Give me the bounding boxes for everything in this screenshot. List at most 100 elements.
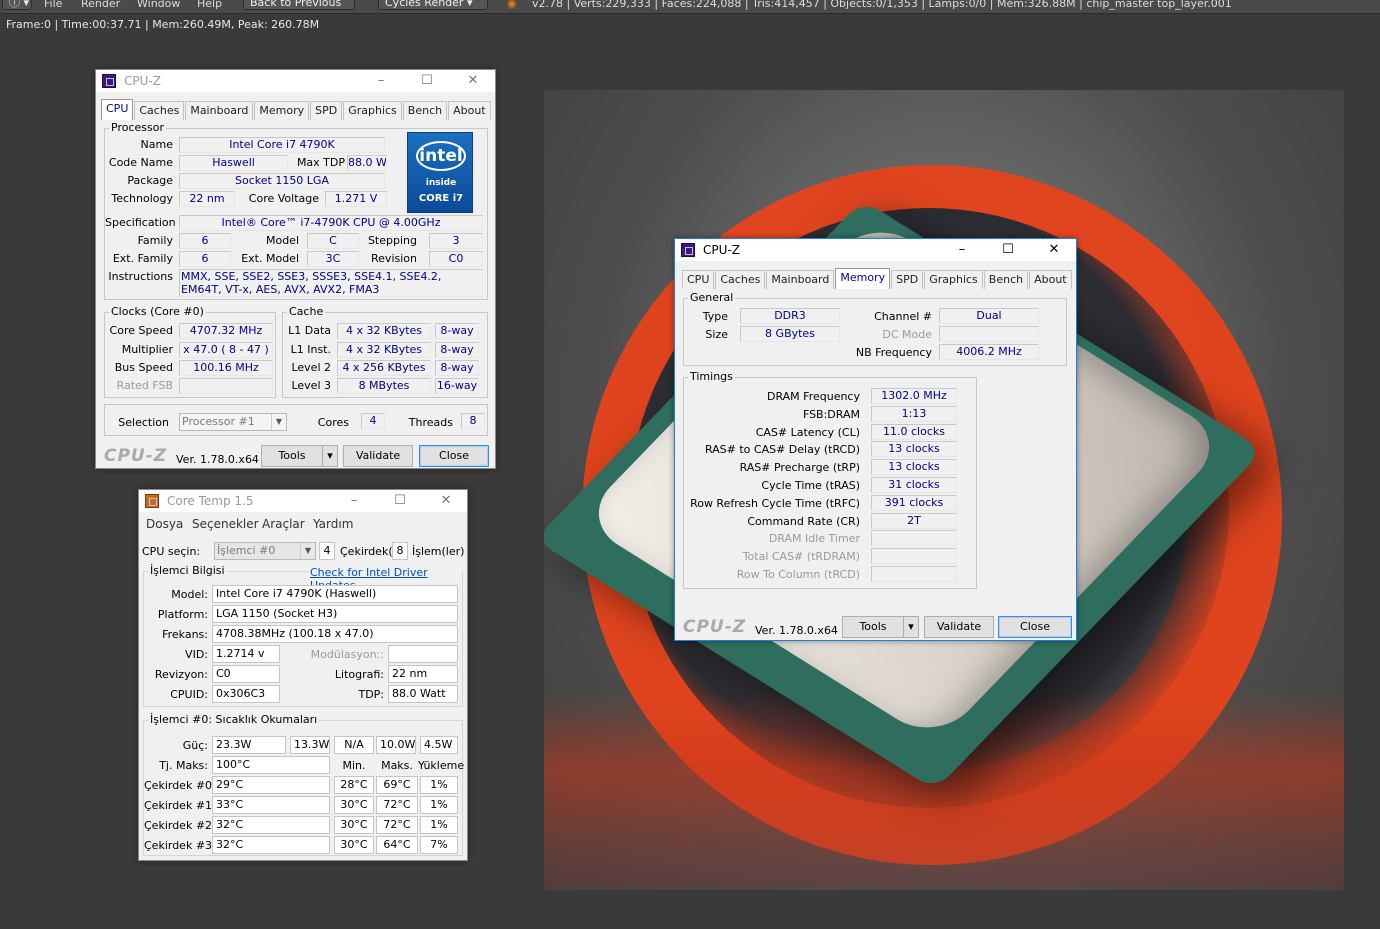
revision-label: Revision — [371, 252, 417, 265]
core-max-value: 72°C — [376, 796, 418, 814]
processor-group: Processor Name Intel Core i7 4790K Code … — [104, 121, 488, 300]
render-info-bar: Frame:0 | Time:00:37.71 | Mem:260.49M, P… — [0, 14, 1380, 36]
scene-stats: v2.78 | Verts:229,333 | Faces:224,088 | … — [532, 0, 1232, 10]
timing-value: 11.0 clocks — [871, 423, 957, 440]
tab-caches[interactable]: Caches — [715, 270, 766, 289]
close-window-button[interactable]: ✕ — [1031, 239, 1077, 261]
nbfreq-label: NB Frequency — [855, 346, 932, 359]
l1data-value: 4 x 32 KBytes — [337, 323, 431, 339]
frequency-value: 4708.38MHz (100.18 x 47.0) — [212, 625, 458, 643]
core-label: Çekirdek #1: — [144, 799, 216, 812]
core-max-value: 72°C — [376, 816, 418, 834]
cores-label: Cores — [317, 416, 349, 429]
menu-help[interactable]: Help — [197, 0, 222, 10]
general-group-label: General — [688, 291, 736, 304]
specification-value: Intel® Core™ i7-4790K CPU @ 4.00GHz — [179, 215, 483, 231]
close-window-button[interactable]: ✕ — [423, 490, 469, 512]
minimize-button[interactable]: – — [331, 490, 377, 512]
core-min-value: 30°C — [334, 796, 374, 814]
menu-yardim[interactable]: Yardım — [313, 517, 353, 531]
close-button[interactable]: Close — [998, 616, 1072, 638]
model-label: Model — [265, 234, 299, 247]
validate-button[interactable]: Validate — [343, 445, 413, 467]
tab-graphics[interactable]: Graphics — [343, 101, 402, 120]
close-window-button[interactable]: ✕ — [450, 70, 496, 92]
render-engine-select[interactable]: Cycles Render ▾ — [378, 0, 488, 10]
timing-label: DRAM Idle Timer — [768, 532, 860, 546]
cpu-info-group-label: İşlemci Bilgisi — [148, 564, 227, 577]
threads-label: Threads — [408, 416, 453, 429]
instructions-value: MMX, SSE, SSE2, SSE3, SSSE3, SSE4.1, SSE… — [179, 269, 483, 297]
cpuz-app-icon — [681, 243, 695, 257]
timing-value — [871, 530, 957, 547]
channel-value: Dual — [939, 308, 1039, 324]
processor-select[interactable]: Processor #1 ▼ — [179, 413, 287, 431]
tab-about[interactable]: About — [1029, 270, 1072, 289]
busspeed-value: 100.16 MHz — [179, 360, 273, 376]
cache-group-label: Cache — [287, 305, 326, 318]
cpuz-cpu-titlebar[interactable]: CPU-Z – ☐ ✕ — [96, 70, 495, 92]
threads-count-label: İşlem(ler) — [412, 545, 465, 558]
cpu-select[interactable]: İşlemci #0 ▼ — [214, 542, 316, 560]
tab-about[interactable]: About — [448, 101, 491, 120]
editor-type-button[interactable]: ⓘ ▾ — [2, 0, 32, 10]
validate-button[interactable]: Validate — [924, 616, 994, 638]
menu-dosya[interactable]: Dosya — [146, 517, 183, 531]
tab-mainboard[interactable]: Mainboard — [766, 270, 835, 289]
technology-label: Technology — [111, 192, 173, 205]
tab-spd[interactable]: SPD — [310, 101, 343, 120]
platform-label: Platform: — [157, 608, 208, 621]
coretemp-titlebar[interactable]: Core Temp 1.5 – ☐ ✕ — [139, 490, 467, 512]
menu-window[interactable]: Window — [137, 0, 180, 10]
menu-araclar[interactable]: Araçlar — [262, 517, 305, 531]
maximize-button[interactable]: ☐ — [404, 70, 450, 92]
menu-render[interactable]: Render — [81, 0, 120, 10]
l1inst-label: L1 Inst. — [290, 343, 331, 356]
back-to-previous-button[interactable]: Back to Previous — [243, 0, 355, 10]
tab-caches[interactable]: Caches — [134, 101, 185, 120]
cpuz-memory-titlebar[interactable]: CPU-Z – ☐ ✕ — [675, 239, 1076, 261]
minimize-button[interactable]: – — [939, 239, 985, 261]
tab-mainboard[interactable]: Mainboard — [185, 101, 254, 120]
multiplier-value: x 47.0 ( 8 - 47 ) — [179, 342, 273, 358]
corevoltage-label: Core Voltage — [248, 192, 319, 205]
core-load-value: 1% — [420, 796, 458, 814]
minimize-button[interactable]: – — [358, 70, 404, 92]
temperature-group-label: İşlemci #0: Sıcaklık Okumaları — [148, 713, 320, 726]
level3-label: Level 3 — [291, 379, 331, 392]
tab-bench[interactable]: Bench — [983, 270, 1029, 289]
tab-cpu[interactable]: CPU — [101, 99, 134, 120]
cpuid-value: 0x306C3 — [212, 685, 280, 703]
maximize-button[interactable]: ☐ — [985, 239, 1031, 261]
tools-button[interactable]: Tools — [261, 445, 323, 467]
tab-cpu[interactable]: CPU — [682, 270, 715, 289]
tab-bench[interactable]: Bench — [402, 101, 448, 120]
processor-select-value: Processor #1 — [182, 415, 255, 428]
cpuz-cpu-window: CPU-Z – ☐ ✕ CPU Caches Mainboard Memory … — [95, 69, 496, 469]
power-dram-value: 10.0W — [376, 736, 416, 754]
tools-dropdown-button[interactable]: ▾ — [322, 445, 338, 467]
corespeed-label: Core Speed — [109, 324, 173, 337]
specification-label: Specification — [105, 216, 176, 229]
maximize-button[interactable]: ☐ — [377, 490, 423, 512]
timing-value: 2T — [871, 512, 957, 529]
menu-secenekler[interactable]: Seçenekler — [192, 517, 259, 531]
window-title: CPU-Z — [703, 243, 740, 257]
l1inst-way-value: 8-way — [435, 342, 479, 358]
tab-memory[interactable]: Memory — [254, 101, 310, 120]
cpu-select-value: İşlemci #0 — [217, 544, 276, 557]
lithography-value: 22 nm — [388, 665, 458, 683]
chevron-down-icon: ▼ — [271, 414, 286, 430]
tools-dropdown-button[interactable]: ▾ — [903, 616, 919, 638]
tools-button[interactable]: Tools — [842, 616, 904, 638]
tab-memory[interactable]: Memory — [835, 268, 891, 289]
timing-value: 31 clocks — [871, 477, 957, 493]
revision-label: Revizyon: — [154, 668, 208, 681]
tab-spd[interactable]: SPD — [891, 270, 924, 289]
menu-file[interactable]: File — [44, 0, 62, 10]
version-label: Ver. 1.78.0.x64 — [755, 624, 838, 637]
intel-logo-inside: inside — [425, 178, 457, 188]
tab-graphics[interactable]: Graphics — [924, 270, 983, 289]
close-button[interactable]: Close — [419, 445, 489, 467]
selection-group: Selection Processor #1 ▼ Cores 4 Threads… — [104, 404, 488, 436]
